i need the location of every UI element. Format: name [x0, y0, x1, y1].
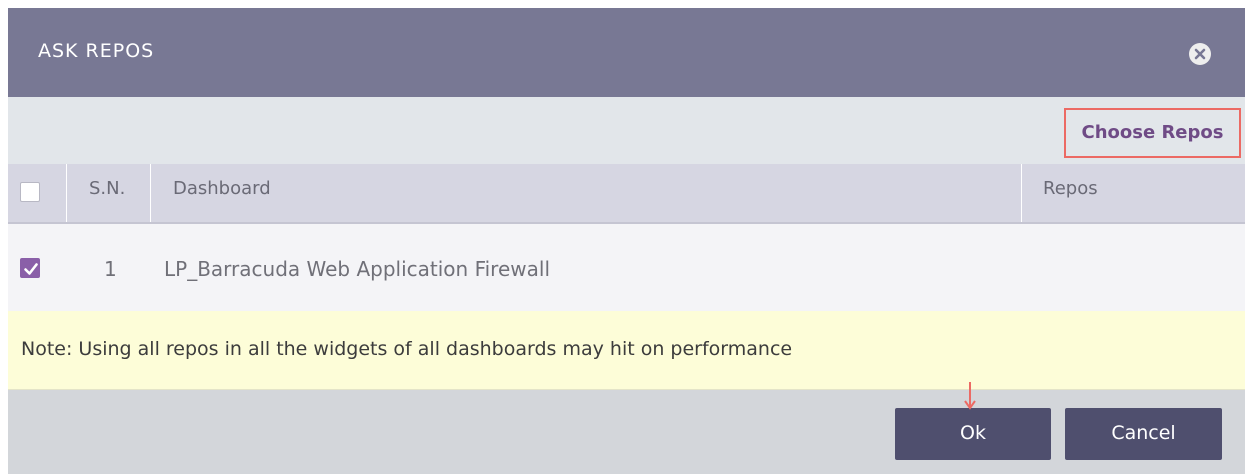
arrow-down-icon	[964, 382, 976, 410]
note-text: Note: Using all repos in all the widgets…	[21, 338, 793, 360]
ok-button[interactable]: Ok	[895, 408, 1051, 460]
dialog-footer: Ok Cancel	[8, 390, 1245, 474]
row-checkbox[interactable]	[20, 258, 40, 278]
dialog-header: ASK REPOS	[8, 8, 1245, 97]
column-header-dashboard: Dashboard	[173, 178, 271, 199]
cancel-button[interactable]: Cancel	[1065, 408, 1222, 460]
column-header-sn: S.N.	[89, 178, 126, 199]
select-all-checkbox[interactable]	[20, 182, 40, 202]
column-divider	[150, 164, 151, 222]
row-dashboard-name: LP_Barracuda Web Application Firewall	[164, 257, 550, 281]
performance-note: Note: Using all repos in all the widgets…	[8, 311, 1245, 390]
dialog-toolbar: Choose Repos	[8, 97, 1245, 164]
checkmark-icon	[24, 263, 38, 275]
table-row[interactable]: 1 LP_Barracuda Web Application Firewall	[8, 224, 1245, 311]
ask-repos-dialog: ASK REPOS Choose Repos S.N. Dashboard Re…	[8, 8, 1245, 474]
row-sn: 1	[104, 257, 117, 281]
close-button[interactable]	[1189, 43, 1211, 65]
dialog-title: ASK REPOS	[38, 40, 155, 62]
table-header: S.N. Dashboard Repos	[8, 164, 1245, 224]
choose-repos-link[interactable]: Choose Repos	[1064, 108, 1241, 158]
column-header-repos: Repos	[1043, 178, 1098, 199]
close-circle-icon	[1194, 48, 1206, 60]
column-divider	[1021, 164, 1022, 222]
column-divider	[66, 164, 67, 222]
